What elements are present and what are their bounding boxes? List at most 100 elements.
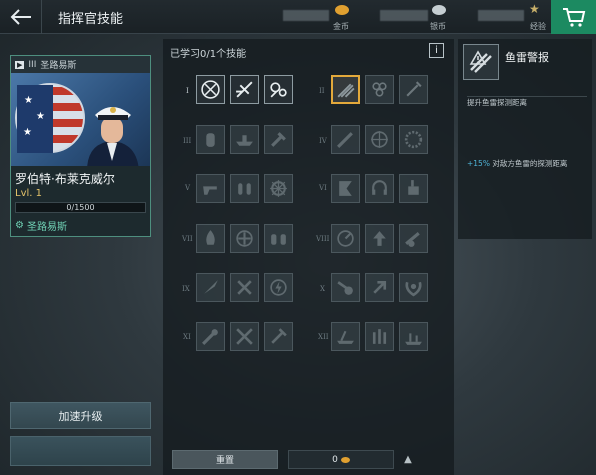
tier-label-11: XI (183, 333, 191, 341)
skill-slot[interactable] (230, 125, 259, 154)
tier-label-10: X (320, 285, 325, 293)
skill-slot[interactable] (264, 125, 293, 154)
tier-label-2: II (319, 87, 325, 95)
torpedo-boat-icon (337, 330, 354, 344)
skill-slot[interactable] (196, 174, 225, 203)
crosshair-icon (371, 131, 388, 148)
commander-card[interactable]: ▶ III 圣路易斯 ★ ★ ★ 罗伯特·布莱克威尔 Lvl. 1 0/1500… (10, 55, 151, 237)
fire-icon (206, 230, 215, 245)
silver-label: 银币 (430, 22, 446, 31)
skill-slot[interactable] (230, 322, 259, 351)
tier-label-1: I (186, 87, 189, 95)
repair-gears-icon (270, 82, 287, 98)
skill-slot-selected[interactable] (331, 75, 360, 104)
helm-wheel-icon (270, 180, 287, 197)
skill-slot[interactable] (365, 75, 394, 104)
skill-slot[interactable] (230, 174, 259, 203)
skill-slot[interactable] (196, 273, 225, 302)
skill-slot[interactable] (230, 224, 259, 253)
xp-balance: ★ 经验 (478, 2, 550, 32)
skill-slot[interactable] (264, 75, 293, 104)
gold-label: 金币 (333, 22, 349, 31)
skill-slot[interactable] (399, 273, 428, 302)
plane-icon (236, 81, 253, 98)
skill-slot[interactable] (264, 273, 293, 302)
rank-badge-icon: ▶ (15, 60, 25, 69)
torpedo-warning-icon (337, 83, 355, 98)
shop-button[interactable] (551, 0, 596, 34)
rocket-icon (204, 280, 218, 294)
xp-value-redacted (478, 10, 524, 21)
skill-slot[interactable] (365, 322, 394, 351)
commander-rank: III (28, 59, 37, 70)
ship-icon (236, 135, 253, 146)
lightning-icon (270, 279, 287, 296)
skill-slot[interactable] (399, 174, 428, 203)
headset-icon (372, 180, 387, 195)
skill-slot[interactable] (196, 125, 225, 154)
reset-skills-button[interactable]: 重置 (172, 450, 278, 469)
gold-coin-icon (340, 456, 350, 463)
tier-label-6: VI (319, 184, 327, 192)
tier-label-5: V (185, 184, 191, 192)
skill-slot[interactable] (196, 75, 225, 104)
skill-slot[interactable] (264, 174, 293, 203)
skill-slot[interactable] (331, 224, 360, 253)
xp-label: 经验 (530, 22, 546, 31)
skill-slot[interactable] (331, 322, 360, 351)
skill-slot[interactable] (264, 224, 293, 253)
aa-gun-icon (201, 80, 220, 99)
skill-slot[interactable] (264, 322, 293, 351)
tier-label-4: IV (319, 137, 327, 145)
hammer-wrench-icon (271, 328, 287, 344)
skill-slot[interactable] (399, 322, 428, 351)
skill-tree-panel: 已学习0/1个技能 i I II III IV V VI VII VIII IX… (163, 39, 454, 475)
silver-value-redacted (380, 10, 428, 21)
smoke-icon (337, 281, 353, 295)
commander-level: Lvl. 1 (15, 188, 42, 199)
skill-slot[interactable] (365, 174, 394, 203)
reset-cost-value: 0 (332, 454, 338, 465)
skill-slot[interactable] (331, 125, 360, 154)
accelerate-training-button[interactable]: 加速升级 (10, 402, 151, 429)
chevron-up-icon[interactable]: ▲ (398, 450, 418, 469)
torpedo-icon (337, 132, 353, 148)
skill-slot[interactable] (399, 75, 428, 104)
skill-slot[interactable] (196, 224, 225, 253)
skill-slot[interactable] (230, 75, 259, 104)
targets-icon (372, 82, 387, 97)
officer-figure (87, 107, 139, 166)
detail-skill-icon-frame (463, 44, 499, 80)
gear-icon: ⚙ (15, 220, 24, 231)
skill-slot[interactable] (399, 125, 428, 154)
commander-card-header: ▶ III 圣路易斯 (11, 56, 150, 73)
skill-slot[interactable] (331, 174, 360, 203)
commander-xp-bar: 0/1500 (15, 202, 146, 213)
gold-coin-icon (335, 5, 349, 15)
page-title: 指挥官技能 (58, 12, 124, 27)
gold-balance: 金币 (283, 2, 363, 32)
commander-ship-nation: 圣路易斯 (40, 61, 77, 71)
skill-effect-value: +15% (467, 159, 490, 168)
skill-slot[interactable] (365, 273, 394, 302)
skill-detail-panel: 鱼雷警报 提升鱼雷探测距离 +15% 对敌方鱼雷的探测距离 (458, 39, 592, 239)
laurel-icon (405, 281, 422, 297)
back-button[interactable] (0, 0, 42, 34)
commander-nation: ⚙ 圣路易斯 (15, 218, 67, 233)
plus-target-icon (236, 230, 253, 247)
commander-nation-label: 圣路易斯 (26, 222, 67, 233)
skill-slot[interactable] (230, 273, 259, 302)
skill-actions-bar: 重置 0 ▲ (163, 448, 454, 475)
arrow-up-icon (373, 231, 386, 246)
commander-name: 罗伯特·布莱克威尔 (15, 172, 115, 186)
turret-icon (408, 180, 419, 195)
pistol-icon (203, 186, 217, 195)
secondary-action-button[interactable] (10, 436, 151, 466)
tier-label-12: XII (318, 333, 329, 341)
skill-slot[interactable] (196, 322, 225, 351)
skill-slot[interactable] (365, 125, 394, 154)
skill-slot[interactable] (331, 273, 360, 302)
info-button[interactable]: i (429, 43, 444, 58)
skill-slot[interactable] (365, 224, 394, 253)
skill-slot[interactable] (399, 224, 428, 253)
